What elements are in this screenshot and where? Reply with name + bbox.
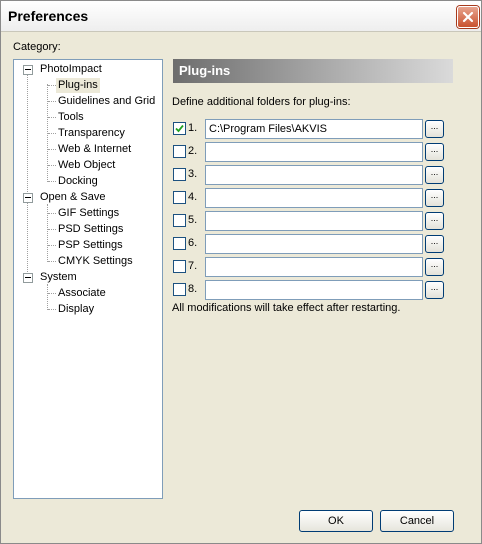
tree-item-cmyk-settings[interactable]: CMYK Settings bbox=[56, 254, 135, 269]
folder-number: 6. bbox=[188, 237, 198, 249]
tree-item-transparency[interactable]: Transparency bbox=[56, 126, 127, 141]
folder-5-browse-button[interactable]: ... bbox=[425, 212, 444, 230]
tree-item-web-object[interactable]: Web Object bbox=[56, 158, 117, 173]
folder-2-checkbox[interactable] bbox=[173, 145, 186, 158]
folder-7-path-input[interactable] bbox=[205, 257, 423, 277]
panel-title: Plug-ins bbox=[179, 63, 231, 78]
folder-3-browse-button[interactable]: ... bbox=[425, 166, 444, 184]
tree-item-psp-settings[interactable]: PSP Settings bbox=[56, 238, 125, 253]
folder-number: 8. bbox=[188, 283, 198, 295]
folder-1-path-input[interactable] bbox=[205, 119, 423, 139]
folder-6-path-input[interactable] bbox=[205, 234, 423, 254]
tree-item-guidelines-and-grid[interactable]: Guidelines and Grid bbox=[56, 94, 157, 109]
folder-number: 2. bbox=[188, 145, 198, 157]
tree-item-tools[interactable]: Tools bbox=[56, 110, 86, 125]
category-label: Category: bbox=[13, 41, 61, 53]
folder-number: 4. bbox=[188, 191, 198, 203]
close-icon bbox=[462, 11, 474, 23]
folder-3-checkbox[interactable] bbox=[173, 168, 186, 181]
folder-5-checkbox[interactable] bbox=[173, 214, 186, 227]
folder-2-path-input[interactable] bbox=[205, 142, 423, 162]
panel-header: Plug-ins bbox=[173, 59, 453, 83]
folder-number: 3. bbox=[188, 168, 198, 180]
window-title: Preferences bbox=[8, 8, 89, 24]
folder-number: 1. bbox=[188, 122, 198, 134]
folder-1-checkbox[interactable] bbox=[173, 122, 186, 135]
tree-item-docking[interactable]: Docking bbox=[56, 174, 100, 189]
folder-6-browse-button[interactable]: ... bbox=[425, 235, 444, 253]
tree-item-display[interactable]: Display bbox=[56, 302, 96, 317]
tree-item-photoimpact[interactable]: PhotoImpact bbox=[38, 62, 104, 77]
folder-4-checkbox[interactable] bbox=[173, 191, 186, 204]
tree-item-gif-settings[interactable]: GIF Settings bbox=[56, 206, 121, 221]
tree-item-psd-settings[interactable]: PSD Settings bbox=[56, 222, 125, 237]
tree-item-plug-ins[interactable]: Plug-ins bbox=[56, 78, 100, 93]
title-bar[interactable]: Preferences bbox=[1, 1, 481, 32]
tree-item-associate[interactable]: Associate bbox=[56, 286, 108, 301]
folder-7-checkbox[interactable] bbox=[173, 260, 186, 273]
folder-8-browse-button[interactable]: ... bbox=[425, 281, 444, 299]
collapse-icon[interactable] bbox=[23, 65, 33, 75]
folder-number: 7. bbox=[188, 260, 198, 272]
close-button[interactable] bbox=[457, 6, 479, 28]
checkmark-icon bbox=[175, 124, 184, 133]
folder-number: 5. bbox=[188, 214, 198, 226]
folder-8-checkbox[interactable] bbox=[173, 283, 186, 296]
category-tree[interactable]: PhotoImpact Plug-ins Guidelines and Grid… bbox=[13, 59, 163, 499]
collapse-icon[interactable] bbox=[23, 193, 33, 203]
folder-7-browse-button[interactable]: ... bbox=[425, 258, 444, 276]
cancel-button[interactable]: Cancel bbox=[380, 510, 454, 532]
ok-button[interactable]: OK bbox=[299, 510, 373, 532]
tree-item-web-internet[interactable]: Web & Internet bbox=[56, 142, 133, 157]
restart-note: All modifications will take effect after… bbox=[172, 302, 401, 314]
folder-4-path-input[interactable] bbox=[205, 188, 423, 208]
folder-3-path-input[interactable] bbox=[205, 165, 423, 185]
folder-2-browse-button[interactable]: ... bbox=[425, 143, 444, 161]
collapse-icon[interactable] bbox=[23, 273, 33, 283]
folder-8-path-input[interactable] bbox=[205, 280, 423, 300]
tree-item-system[interactable]: System bbox=[38, 270, 79, 285]
define-folders-label: Define additional folders for plug-ins: bbox=[172, 96, 351, 108]
folder-4-browse-button[interactable]: ... bbox=[425, 189, 444, 207]
preferences-dialog: Preferences Category: PhotoImpact Plug-i… bbox=[0, 0, 482, 544]
folder-6-checkbox[interactable] bbox=[173, 237, 186, 250]
folder-1-browse-button[interactable]: ... bbox=[425, 120, 444, 138]
tree-item-open-save[interactable]: Open & Save bbox=[38, 190, 107, 205]
folder-5-path-input[interactable] bbox=[205, 211, 423, 231]
